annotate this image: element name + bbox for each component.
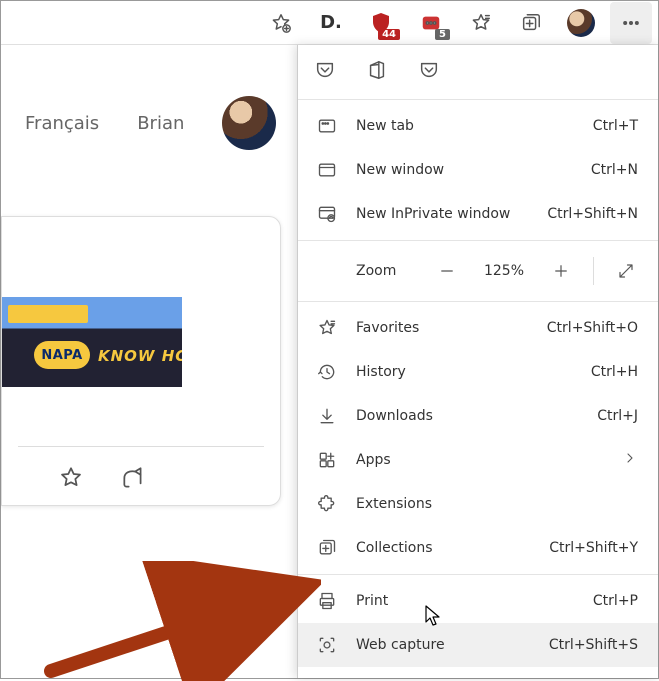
- chevron-right-icon: [622, 450, 638, 470]
- menu-new-window[interactable]: New window Ctrl+N: [298, 148, 658, 192]
- menu-label: Collections: [356, 540, 531, 556]
- menu-zoom: Zoom 125%: [298, 245, 658, 297]
- window-icon: [316, 160, 338, 180]
- menu-collections[interactable]: Collections Ctrl+Shift+Y: [298, 526, 658, 570]
- office-icon[interactable]: [366, 59, 388, 85]
- pocket-icon[interactable]: [314, 59, 336, 85]
- puzzle-icon: [316, 494, 338, 514]
- zoom-label: Zoom: [356, 263, 417, 279]
- profile-button[interactable]: [560, 2, 602, 44]
- menu-shortcut: Ctrl+J: [597, 408, 638, 424]
- menu-label: Downloads: [356, 408, 579, 424]
- menu-label: Apps: [356, 452, 604, 468]
- menu-downloads[interactable]: Downloads Ctrl+J: [298, 394, 658, 438]
- zoom-in-button[interactable]: [539, 249, 583, 293]
- language-link[interactable]: Français: [25, 113, 99, 134]
- menu-label: Favorites: [356, 320, 529, 336]
- zoom-percent: 125%: [477, 263, 531, 279]
- pocket-icon-2[interactable]: [418, 59, 440, 85]
- menu-web-capture[interactable]: Web capture Ctrl+Shift+S: [298, 623, 658, 667]
- menu-shortcut: Ctrl+P: [593, 593, 638, 609]
- menu-label: Print: [356, 593, 575, 609]
- card-share-button[interactable]: [120, 465, 146, 495]
- new-tab-icon: [316, 116, 338, 136]
- card-favorite-button[interactable]: [58, 465, 84, 495]
- overflow-menu: New tab Ctrl+T New window Ctrl+N New InP…: [297, 45, 658, 678]
- menu-label: Web capture: [356, 637, 531, 653]
- brand-tagline: KNOW HOW: [98, 347, 182, 365]
- brand-badge: NAPA: [34, 341, 90, 369]
- menu-share[interactable]: Share: [298, 667, 658, 678]
- menu-apps[interactable]: Apps: [298, 438, 658, 482]
- content-card: NAPA KNOW HOW: [1, 216, 281, 506]
- user-avatar[interactable]: [222, 96, 276, 150]
- star-icon: [316, 318, 338, 338]
- add-favorite-button[interactable]: [260, 2, 302, 44]
- more-menu-button[interactable]: [610, 2, 652, 44]
- apps-icon: [316, 450, 338, 470]
- menu-new-inprivate[interactable]: New InPrivate window Ctrl+Shift+N: [298, 192, 658, 236]
- card-image: NAPA KNOW HOW: [2, 297, 182, 387]
- browser-toolbar: D. 44 5: [1, 1, 658, 45]
- page-header: Français Brian 5: [25, 96, 326, 150]
- history-icon: [316, 362, 338, 382]
- extension-ublock-button[interactable]: 44: [360, 2, 402, 44]
- ublock-badge: 44: [378, 29, 400, 40]
- menu-shortcut: Ctrl+T: [593, 118, 638, 134]
- menu-shortcut: Ctrl+N: [591, 162, 638, 178]
- menu-label: Extensions: [356, 496, 638, 512]
- collections-toolbar-button[interactable]: [510, 2, 552, 44]
- menu-label: History: [356, 364, 573, 380]
- extension-d-button[interactable]: D.: [310, 2, 352, 44]
- menu-label: New InPrivate window: [356, 206, 529, 222]
- menu-print[interactable]: Print Ctrl+P: [298, 579, 658, 623]
- inprivate-icon: [316, 204, 338, 224]
- menu-extensions[interactable]: Extensions: [298, 482, 658, 526]
- extension-password-button[interactable]: 5: [410, 2, 452, 44]
- user-name-label[interactable]: Brian: [137, 113, 184, 134]
- capture-icon: [316, 635, 338, 655]
- menu-label: New tab: [356, 118, 575, 134]
- menu-label: New window: [356, 162, 573, 178]
- zoom-out-button[interactable]: [425, 249, 469, 293]
- print-icon: [316, 591, 338, 611]
- menu-shortcut: Ctrl+Shift+O: [547, 320, 638, 336]
- password-badge: 5: [435, 29, 450, 40]
- menu-favorites[interactable]: Favorites Ctrl+Shift+O: [298, 306, 658, 350]
- menu-shortcut: Ctrl+H: [591, 364, 638, 380]
- menu-top-icons: [298, 45, 658, 95]
- menu-shortcut: Ctrl+Shift+Y: [549, 540, 638, 556]
- collections-icon: [316, 538, 338, 558]
- annotation-arrow: [41, 561, 321, 681]
- extension-d-label: D.: [320, 12, 342, 33]
- menu-history[interactable]: History Ctrl+H: [298, 350, 658, 394]
- menu-shortcut: Ctrl+Shift+S: [549, 637, 638, 653]
- avatar-icon: [567, 9, 595, 37]
- favorites-hub-button[interactable]: [460, 2, 502, 44]
- fullscreen-button[interactable]: [604, 249, 648, 293]
- download-icon: [316, 406, 338, 426]
- menu-shortcut: Ctrl+Shift+N: [547, 206, 638, 222]
- menu-new-tab[interactable]: New tab Ctrl+T: [298, 104, 658, 148]
